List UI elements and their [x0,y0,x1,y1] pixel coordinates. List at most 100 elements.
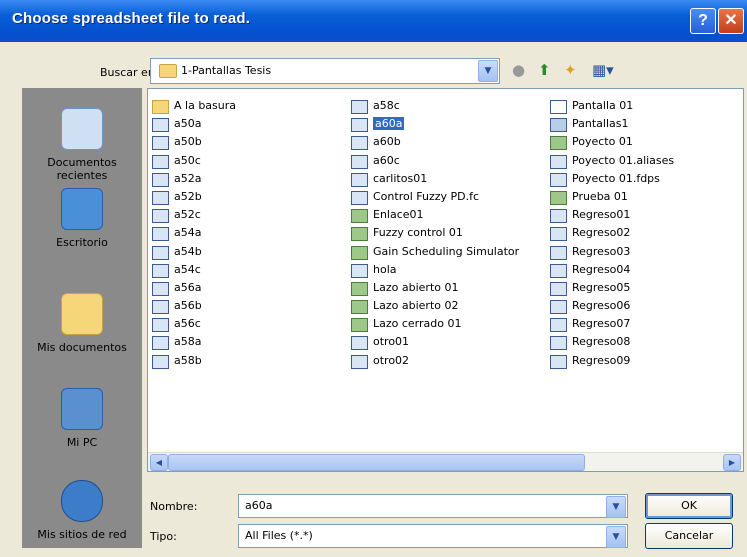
file-column-1: A la basura a50a a50b a50c a52a a52b a52… [152,97,342,370]
list-item[interactable]: a60b [351,133,546,151]
list-item[interactable]: carlitos01 [351,170,546,188]
up-folder-icon[interactable]: ⬆ [538,60,551,80]
list-item[interactable]: A la basura [152,97,342,115]
list-item[interactable]: Regreso06 [550,297,730,315]
list-item[interactable]: Pantallas1 [550,115,730,133]
list-item[interactable]: Gain Scheduling Simulator [351,243,546,261]
folder-icon [152,100,169,114]
list-item[interactable]: Poyecto 01.aliases [550,152,730,170]
spreadsheet-file-icon [550,318,567,333]
list-item[interactable]: Pantalla 01 [550,97,730,115]
list-item-selected[interactable]: a60a [351,115,546,133]
list-item[interactable]: Regreso02 [550,224,730,242]
list-item[interactable]: a58a [152,333,342,351]
list-item[interactable]: a54a [152,224,342,242]
list-item[interactable]: Lazo abierto 01 [351,279,546,297]
place-my-computer[interactable]: Mi PC [22,388,142,449]
list-item[interactable]: a54c [152,261,342,279]
look-in-combo[interactable]: 1-Pantallas Tesis ▼ [150,58,500,84]
file-list[interactable]: A la basura a50a a50b a50c a52a a52b a52… [147,88,744,472]
list-item[interactable]: a50a [152,115,342,133]
list-item[interactable]: Fuzzy control 01 [351,224,546,242]
spreadsheet-file-icon [152,172,169,187]
place-desktop[interactable]: Escritorio [22,188,142,249]
scroll-left-icon[interactable]: ◀ [150,454,168,471]
spreadsheet-file-icon [550,281,567,296]
place-recent-documents[interactable]: Documentos recientes [22,108,142,182]
place-label: Mi PC [66,436,98,449]
scroll-right-icon[interactable]: ▶ [723,454,741,471]
spreadsheet-file-icon [550,263,567,278]
filetype-select[interactable]: All Files (*.*) ▼ [238,524,628,548]
list-item[interactable]: a52c [152,206,342,224]
list-item[interactable]: Control Fuzzy PD.fc [351,188,546,206]
list-item[interactable]: otro02 [351,352,546,370]
ok-button[interactable]: OK [645,493,733,519]
place-my-documents[interactable]: Mis documentos [22,293,142,354]
list-item[interactable]: a52b [152,188,342,206]
spreadsheet-file-icon [351,190,368,205]
list-item[interactable]: Regreso09 [550,352,730,370]
folder-icon [159,64,177,78]
close-button[interactable]: ✕ [718,8,744,34]
spreadsheet-file-icon [550,336,567,351]
list-item[interactable]: a54b [152,243,342,261]
app-file-icon [351,281,368,296]
spreadsheet-file-icon [152,245,169,260]
list-item[interactable]: a52a [152,170,342,188]
list-item[interactable]: a56b [152,297,342,315]
spreadsheet-file-icon [152,263,169,278]
spreadsheet-file-icon [152,227,169,242]
chevron-down-icon[interactable]: ▼ [606,526,626,548]
list-item[interactable]: a56c [152,315,342,333]
list-item[interactable]: Lazo abierto 02 [351,297,546,315]
list-item[interactable]: Regreso04 [550,261,730,279]
horizontal-scrollbar[interactable]: ◀ ▶ [148,452,743,471]
filename-input[interactable]: a60a ▼ [238,494,628,518]
spreadsheet-file-icon [152,354,169,369]
places-bar: Documentos recientes Escritorio Mis docu… [22,88,142,548]
document-file-icon [550,118,567,133]
spreadsheet-file-icon [152,136,169,151]
place-label: Documentos recientes [47,156,117,182]
list-item[interactable]: a56a [152,279,342,297]
list-item[interactable]: Prueba 01 [550,188,730,206]
cancel-button[interactable]: Cancelar [645,523,733,549]
spreadsheet-file-icon [550,354,567,369]
list-item[interactable]: a58c [351,97,546,115]
chevron-down-icon[interactable]: ▼ [478,60,498,82]
file-column-3: Pantalla 01 Pantallas1 Poyecto 01 Poyect… [550,97,730,370]
list-item[interactable]: a50b [152,133,342,151]
chevron-down-icon[interactable]: ▼ [606,496,626,518]
view-menu-icon[interactable]: ▦▾ [592,60,614,80]
scrollbar-thumb[interactable] [168,454,585,471]
list-item[interactable]: Regreso05 [550,279,730,297]
list-item[interactable]: a60c [351,152,546,170]
filetype-value: All Files (*.*) [245,529,313,542]
list-item[interactable]: Lazo cerrado 01 [351,315,546,333]
list-item[interactable]: Poyecto 01 [550,133,730,151]
app-file-icon [351,209,368,224]
list-item[interactable]: a58b [152,352,342,370]
list-item[interactable]: Poyecto 01.fdps [550,170,730,188]
place-network[interactable]: Mis sitios de red [22,480,142,541]
help-button[interactable]: ? [690,8,716,34]
spreadsheet-file-icon [351,118,368,133]
spreadsheet-file-icon [550,154,567,169]
back-icon[interactable]: ● [512,60,525,80]
file-column-2: a58c a60a a60b a60c carlitos01 Control F… [351,97,546,370]
list-item[interactable]: Regreso03 [550,243,730,261]
filename-label: Nombre: [150,500,198,513]
list-item[interactable]: a50c [152,152,342,170]
list-item[interactable]: Regreso07 [550,315,730,333]
new-folder-icon[interactable]: ✦ [564,60,577,80]
place-label: Mis documentos [37,341,127,354]
list-item[interactable]: hola [351,261,546,279]
list-item[interactable]: Regreso01 [550,206,730,224]
list-item[interactable]: Regreso08 [550,333,730,351]
spreadsheet-file-icon [550,209,567,224]
look-in-value: 1-Pantallas Tesis [181,64,272,77]
list-item[interactable]: otro01 [351,333,546,351]
list-item[interactable]: Enlace01 [351,206,546,224]
my-computer-icon [61,388,103,430]
